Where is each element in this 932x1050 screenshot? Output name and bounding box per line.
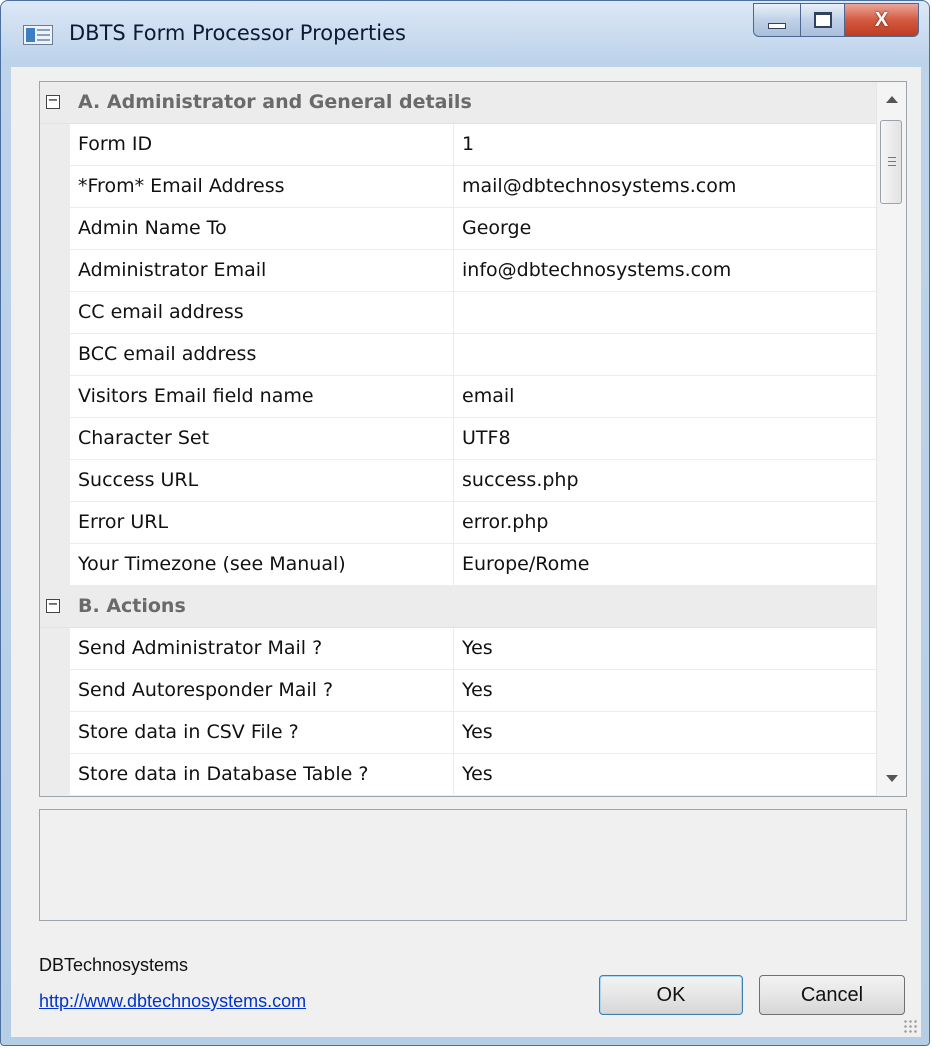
row-margin: [40, 166, 70, 207]
resize-grip-icon[interactable]: [903, 1019, 917, 1033]
row-margin: [40, 712, 70, 753]
property-name: Send Autoresponder Mail ?: [70, 670, 454, 711]
property-value-error-url[interactable]: error.php: [454, 502, 876, 543]
property-row-visitor-email-field[interactable]: Visitors Email field name email: [40, 376, 876, 418]
maximize-button[interactable]: [801, 3, 845, 37]
row-margin: [40, 292, 70, 333]
property-value-form-id[interactable]: 1: [454, 124, 876, 165]
ok-button[interactable]: OK: [599, 975, 743, 1015]
row-margin: [40, 208, 70, 249]
property-name: CC email address: [70, 292, 454, 333]
company-name: DBTechnosystems: [39, 955, 189, 975]
property-name: Your Timezone (see Manual): [70, 544, 454, 585]
property-name: Store data in CSV File ?: [70, 712, 454, 753]
properties-window: DBTS Form Processor Properties X − A. Ad…: [0, 0, 930, 1046]
row-margin: [40, 460, 70, 501]
close-button[interactable]: X: [845, 3, 919, 37]
property-value-bcc-email[interactable]: [454, 334, 876, 375]
row-margin: [40, 754, 70, 795]
property-row-send-admin-mail[interactable]: Send Administrator Mail ? Yes: [40, 628, 876, 670]
row-margin: [40, 544, 70, 585]
property-row-character-set[interactable]: Character Set UTF8: [40, 418, 876, 460]
property-row-success-url[interactable]: Success URL success.php: [40, 460, 876, 502]
website-link[interactable]: http://www.dbtechnosystems.com: [39, 991, 306, 1012]
property-row-store-csv[interactable]: Store data in CSV File ? Yes: [40, 712, 876, 754]
property-name: Success URL: [70, 460, 454, 501]
category-label: B. Actions: [78, 595, 186, 617]
property-name: Visitors Email field name: [70, 376, 454, 417]
row-margin: [40, 418, 70, 459]
property-name: Send Administrator Mail ?: [70, 628, 454, 669]
property-name: Error URL: [70, 502, 454, 543]
property-name: BCC email address: [70, 334, 454, 375]
collapse-minus-icon[interactable]: −: [46, 94, 60, 109]
property-value-success-url[interactable]: success.php: [454, 460, 876, 501]
property-row-cc-email[interactable]: CC email address: [40, 292, 876, 334]
category-label: A. Administrator and General details: [78, 91, 472, 113]
property-value-visitor-email-field[interactable]: email: [454, 376, 876, 417]
vertical-scrollbar[interactable]: [876, 82, 906, 796]
property-row-send-autoresponder[interactable]: Send Autoresponder Mail ? Yes: [40, 670, 876, 712]
property-value-timezone[interactable]: Europe/Rome: [454, 544, 876, 585]
property-value-admin-name[interactable]: George: [454, 208, 876, 249]
title-bar[interactable]: DBTS Form Processor Properties X: [1, 1, 929, 67]
grip-line: [888, 161, 896, 164]
property-name: Store data in Database Table ?: [70, 754, 454, 795]
property-value-character-set[interactable]: UTF8: [454, 418, 876, 459]
grip-line: [888, 157, 896, 160]
property-row-admin-email[interactable]: Administrator Email info@dbtechnosystems…: [40, 250, 876, 292]
property-value-send-admin-mail[interactable]: Yes: [454, 628, 876, 669]
property-value-store-csv[interactable]: Yes: [454, 712, 876, 753]
property-value-send-autoresponder[interactable]: Yes: [454, 670, 876, 711]
scroll-up-arrow-icon[interactable]: [886, 96, 898, 103]
row-margin: [40, 124, 70, 165]
cancel-button[interactable]: Cancel: [759, 975, 905, 1015]
category-a-header[interactable]: − A. Administrator and General details: [40, 82, 876, 124]
property-value-store-database[interactable]: Yes: [454, 754, 876, 795]
property-row-error-url[interactable]: Error URL error.php: [40, 502, 876, 544]
property-row-store-database[interactable]: Store data in Database Table ? Yes: [40, 754, 876, 796]
form-app-icon: [23, 25, 53, 45]
row-margin: [40, 250, 70, 291]
property-name: *From* Email Address: [70, 166, 454, 207]
row-margin: [40, 502, 70, 543]
property-row-admin-name[interactable]: Admin Name To George: [40, 208, 876, 250]
dialog-client-area: − A. Administrator and General details F…: [11, 67, 921, 1037]
row-margin: [40, 670, 70, 711]
property-row-bcc-email[interactable]: BCC email address: [40, 334, 876, 376]
caption-buttons: X: [753, 3, 919, 39]
row-margin: [40, 334, 70, 375]
description-panel: [39, 809, 907, 921]
property-rows: − A. Administrator and General details F…: [40, 82, 876, 796]
minimize-icon: [768, 23, 786, 29]
property-row-timezone[interactable]: Your Timezone (see Manual) Europe/Rome: [40, 544, 876, 586]
scroll-down-arrow-icon[interactable]: [886, 775, 898, 782]
property-name: Administrator Email: [70, 250, 454, 291]
grip-line: [888, 165, 896, 168]
minimize-button[interactable]: [753, 3, 801, 37]
property-name: Character Set: [70, 418, 454, 459]
property-name: Admin Name To: [70, 208, 454, 249]
scrollbar-thumb[interactable]: [880, 120, 902, 204]
property-row-from-email[interactable]: *From* Email Address mail@dbtechnosystem…: [40, 166, 876, 208]
window-title: DBTS Form Processor Properties: [69, 21, 406, 45]
maximize-icon: [813, 12, 832, 28]
category-b-header[interactable]: − B. Actions: [40, 586, 876, 628]
property-value-cc-email[interactable]: [454, 292, 876, 333]
row-margin: [40, 628, 70, 669]
collapse-minus-icon[interactable]: −: [46, 598, 60, 613]
property-value-admin-email[interactable]: info@dbtechnosystems.com: [454, 250, 876, 291]
close-icon: X: [874, 8, 889, 31]
property-grid: − A. Administrator and General details F…: [39, 81, 907, 797]
property-row-form-id[interactable]: Form ID 1: [40, 124, 876, 166]
property-value-from-email[interactable]: mail@dbtechnosystems.com: [454, 166, 876, 207]
row-margin: [40, 376, 70, 417]
property-name: Form ID: [70, 124, 454, 165]
